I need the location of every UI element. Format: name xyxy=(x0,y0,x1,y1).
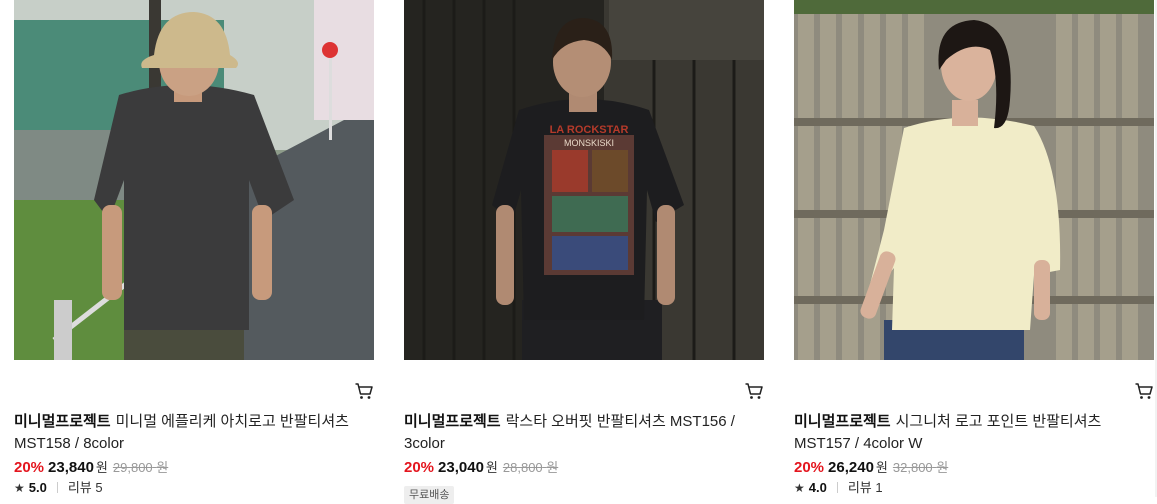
product-title[interactable]: 미니멀프로젝트 미니멀 에플리케 아치로고 반팔티셔츠 MST158 / 8col… xyxy=(14,411,374,455)
product-card[interactable]: MONSKISKI LA ROCKSTAR 미니멀프로젝트 락스타 오버핏 반팔티… xyxy=(404,0,764,504)
original-price-value: 29,800 xyxy=(112,460,153,475)
add-to-cart-button[interactable] xyxy=(744,381,764,401)
add-to-cart-button[interactable] xyxy=(354,381,374,401)
price-row: 20% 23,840 원 29,800 원 xyxy=(14,458,168,478)
add-to-cart-button[interactable] xyxy=(1134,381,1154,401)
original-price-value: 28,800 xyxy=(502,460,543,475)
sale-price: 23,840 xyxy=(48,459,94,476)
review-row: ★ 4.0 리뷰 1 xyxy=(794,479,883,497)
original-price: 29,800 원 xyxy=(113,460,168,475)
free-shipping-badge: 무료배송 xyxy=(404,486,455,504)
original-currency-unit: 원 xyxy=(156,460,169,475)
cart-icon xyxy=(745,383,763,399)
product-title[interactable]: 미니멀프로젝트 시그니처 로고 포인트 반팔티셔츠 MST157 / 4color… xyxy=(794,411,1154,455)
sale-price: 26,240 xyxy=(828,459,874,476)
product-card[interactable]: 미니멀프로젝트 시그니처 로고 포인트 반팔티셔츠 MST157 / 4color… xyxy=(794,0,1154,497)
original-currency-unit: 원 xyxy=(936,460,949,475)
original-price: 28,800 원 xyxy=(503,460,558,475)
brand-name[interactable]: 미니멀프로젝트 xyxy=(14,413,111,430)
rating-value: 5.0 xyxy=(28,480,47,495)
price-row: 20% 26,240 원 32,800 원 xyxy=(794,458,948,478)
original-price: 32,800 원 xyxy=(893,460,948,475)
divider xyxy=(56,482,58,493)
currency-unit: 원 xyxy=(485,460,498,475)
original-currency-unit: 원 xyxy=(546,460,559,475)
product-title[interactable]: 미니멀프로젝트 락스타 오버핏 반팔티셔츠 MST156 / 3color xyxy=(404,411,764,455)
product-image[interactable] xyxy=(794,0,1154,360)
discount-rate: 20% xyxy=(794,459,825,476)
star-icon: ★ xyxy=(794,481,805,495)
cart-icon xyxy=(355,383,373,399)
review-count[interactable]: 리뷰 1 xyxy=(848,480,883,495)
product-card[interactable]: 미니멀프로젝트 미니멀 에플리케 아치로고 반팔티셔츠 MST158 / 8col… xyxy=(14,0,374,497)
rating-value: 4.0 xyxy=(808,480,827,495)
review-count[interactable]: 리뷰 5 xyxy=(68,480,103,495)
product-grid: 미니멀프로젝트 미니멀 에플리케 아치로고 반팔티셔츠 MST158 / 8col… xyxy=(0,0,1157,504)
currency-unit: 원 xyxy=(875,460,888,475)
divider xyxy=(836,482,838,493)
sale-price: 23,040 xyxy=(438,459,484,476)
product-image[interactable] xyxy=(14,0,374,360)
original-price-value: 32,800 xyxy=(892,460,933,475)
brand-name[interactable]: 미니멀프로젝트 xyxy=(404,413,501,430)
shirt-logo-text: LA ROCKSTAR xyxy=(550,124,629,136)
star-icon: ★ xyxy=(14,481,25,495)
shirt-print-text: MONSKISKI xyxy=(564,138,614,148)
review-row: ★ 5.0 리뷰 5 xyxy=(14,479,103,497)
product-image[interactable]: MONSKISKI LA ROCKSTAR xyxy=(404,0,764,360)
currency-unit: 원 xyxy=(95,460,108,475)
price-row: 20% 23,040 원 28,800 원 xyxy=(404,458,558,478)
discount-rate: 20% xyxy=(14,459,45,476)
brand-name[interactable]: 미니멀프로젝트 xyxy=(794,413,891,430)
cart-icon xyxy=(1135,383,1153,399)
discount-rate: 20% xyxy=(404,459,435,476)
